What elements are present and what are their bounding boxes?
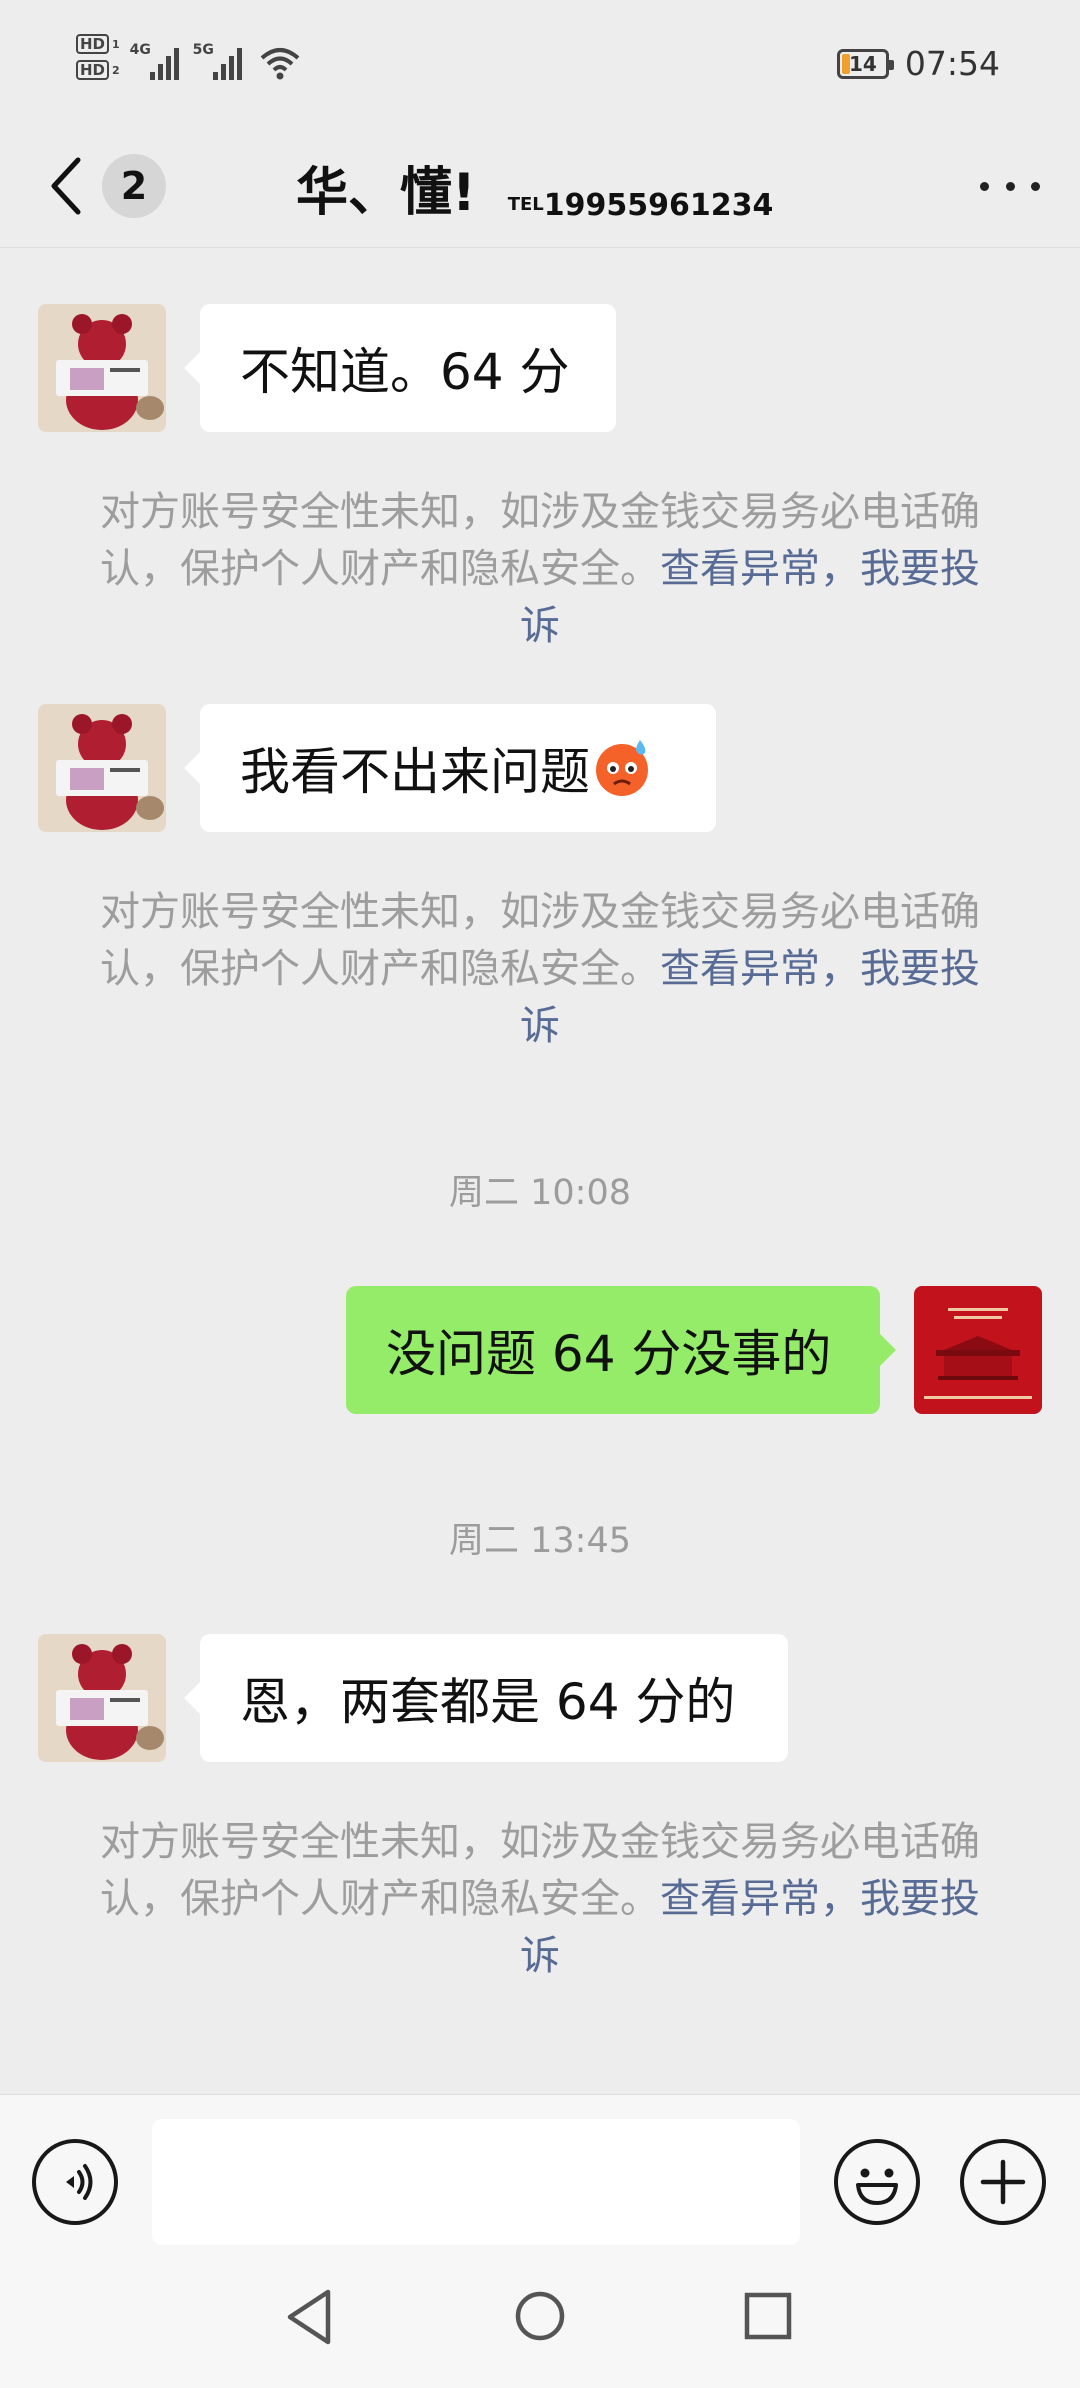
message-bubble-incoming[interactable]: 恩，两套都是 64 分的 (184, 1634, 788, 1762)
tel-number: 19955961234 (543, 188, 774, 223)
chat-screen: HD 1 HD 2 4G 5G 14 07:54 2 华、懂! TEL 1995… (0, 0, 1080, 2388)
voice-icon (66, 2164, 93, 2200)
network-type-label: 4G (129, 42, 151, 58)
contact-avatar[interactable] (38, 304, 166, 432)
contact-name: 华、懂! (296, 163, 476, 223)
link-separator: ， (820, 1876, 860, 1922)
chevron-left-icon (51, 157, 81, 215)
plus-icon (980, 2159, 1026, 2205)
chat-title: 华、懂! TEL 19955961234 (296, 150, 773, 225)
emoji-icon (856, 2168, 898, 2205)
more-button[interactable] (980, 164, 1040, 208)
contact-avatar[interactable] (38, 1634, 166, 1762)
message-bubble-incoming[interactable]: 我看不出来问题 (184, 704, 716, 832)
message-text: 没问题 64 分没事的 (386, 1325, 832, 1383)
security-warning: 对方账号安全性未知，如涉及金钱交易务必电话确认，保护个人财产和隐私安全。查看异常… (96, 884, 984, 1055)
add-button[interactable] (960, 2139, 1046, 2225)
more-dot (1005, 181, 1015, 191)
more-dot (1031, 181, 1040, 191)
input-bar (0, 2094, 1080, 2252)
voice-button[interactable] (32, 2139, 118, 2225)
message-text: 我看不出来问题 (240, 743, 590, 801)
timestamp-divider: 周二 10:08 (449, 1173, 631, 1213)
view-exception-link[interactable]: 查看异常 (660, 1876, 820, 1922)
contact-tel: TEL 19955961234 (508, 188, 774, 223)
battery-icon: 14 (836, 48, 894, 79)
timestamp-divider: 周二 13:45 (449, 1521, 631, 1561)
link-separator: ， (820, 946, 860, 992)
link-separator: ， (820, 546, 860, 592)
contact-avatar[interactable] (38, 704, 166, 832)
hd-indicator-2: HD 2 (76, 60, 120, 80)
teddy-bear-avatar-image (38, 1634, 166, 1762)
status-bar: HD 1 HD 2 4G 5G 14 07:54 (0, 0, 1080, 128)
message-bubble-outgoing[interactable]: 没问题 64 分没事的 (346, 1286, 896, 1414)
hd-label: HD (76, 60, 110, 80)
message-bubble-incoming[interactable]: 不知道。64 分 (184, 304, 616, 432)
view-exception-link[interactable]: 查看异常 (660, 946, 820, 992)
hd-indicators: HD 1 HD 2 (76, 34, 120, 80)
message-text: 恩，两套都是 64 分的 (240, 1673, 736, 1731)
more-dot (980, 181, 989, 191)
security-warning: 对方账号安全性未知，如涉及金钱交易务必电话确认，保护个人财产和隐私安全。查看异常… (96, 1814, 984, 1985)
hd-indicator-1: HD 1 (76, 34, 120, 54)
message-input[interactable] (152, 2119, 800, 2245)
nav-recents-icon[interactable] (744, 2292, 792, 2340)
network-type-label: 5G (192, 42, 214, 58)
cellular-signal-2: 5G (192, 42, 242, 80)
teddy-bear-avatar-image (38, 304, 166, 432)
battery-level: 14 (848, 51, 877, 76)
back-button[interactable] (48, 146, 88, 226)
system-navigation-bar (0, 2252, 1080, 2388)
security-warning: 对方账号安全性未知，如涉及金钱交易务必电话确认，保护个人财产和隐私安全。查看异常… (96, 484, 984, 655)
status-right: 14 07:54 (836, 44, 1000, 83)
hd-label: HD (76, 34, 110, 54)
signal-group: HD 1 HD 2 4G 5G (76, 34, 300, 80)
emoji-button[interactable] (834, 2139, 920, 2225)
hd-index: 1 (112, 37, 120, 51)
cellular-signal-1: 4G (129, 42, 179, 80)
status-time: 07:54 (904, 44, 1000, 83)
message-text: 不知道。64 分 (240, 343, 570, 401)
tel-label: TEL (507, 194, 544, 215)
chat-header: 2 华、懂! TEL 19955961234 (0, 128, 1080, 248)
unread-count-badge[interactable]: 2 (102, 154, 166, 218)
red-poster-avatar-image (914, 1286, 1042, 1414)
nav-back-icon[interactable] (284, 2288, 334, 2346)
sweat-emoji-icon (596, 740, 648, 796)
hd-index: 2 (112, 63, 120, 77)
view-exception-link[interactable]: 查看异常 (660, 546, 820, 592)
signal-bars-icon (149, 44, 179, 80)
signal-bars-icon (212, 44, 242, 80)
wifi-icon (260, 48, 299, 80)
teddy-bear-avatar-image (38, 704, 166, 832)
nav-home-icon[interactable] (514, 2290, 566, 2342)
my-avatar[interactable] (914, 1286, 1042, 1414)
